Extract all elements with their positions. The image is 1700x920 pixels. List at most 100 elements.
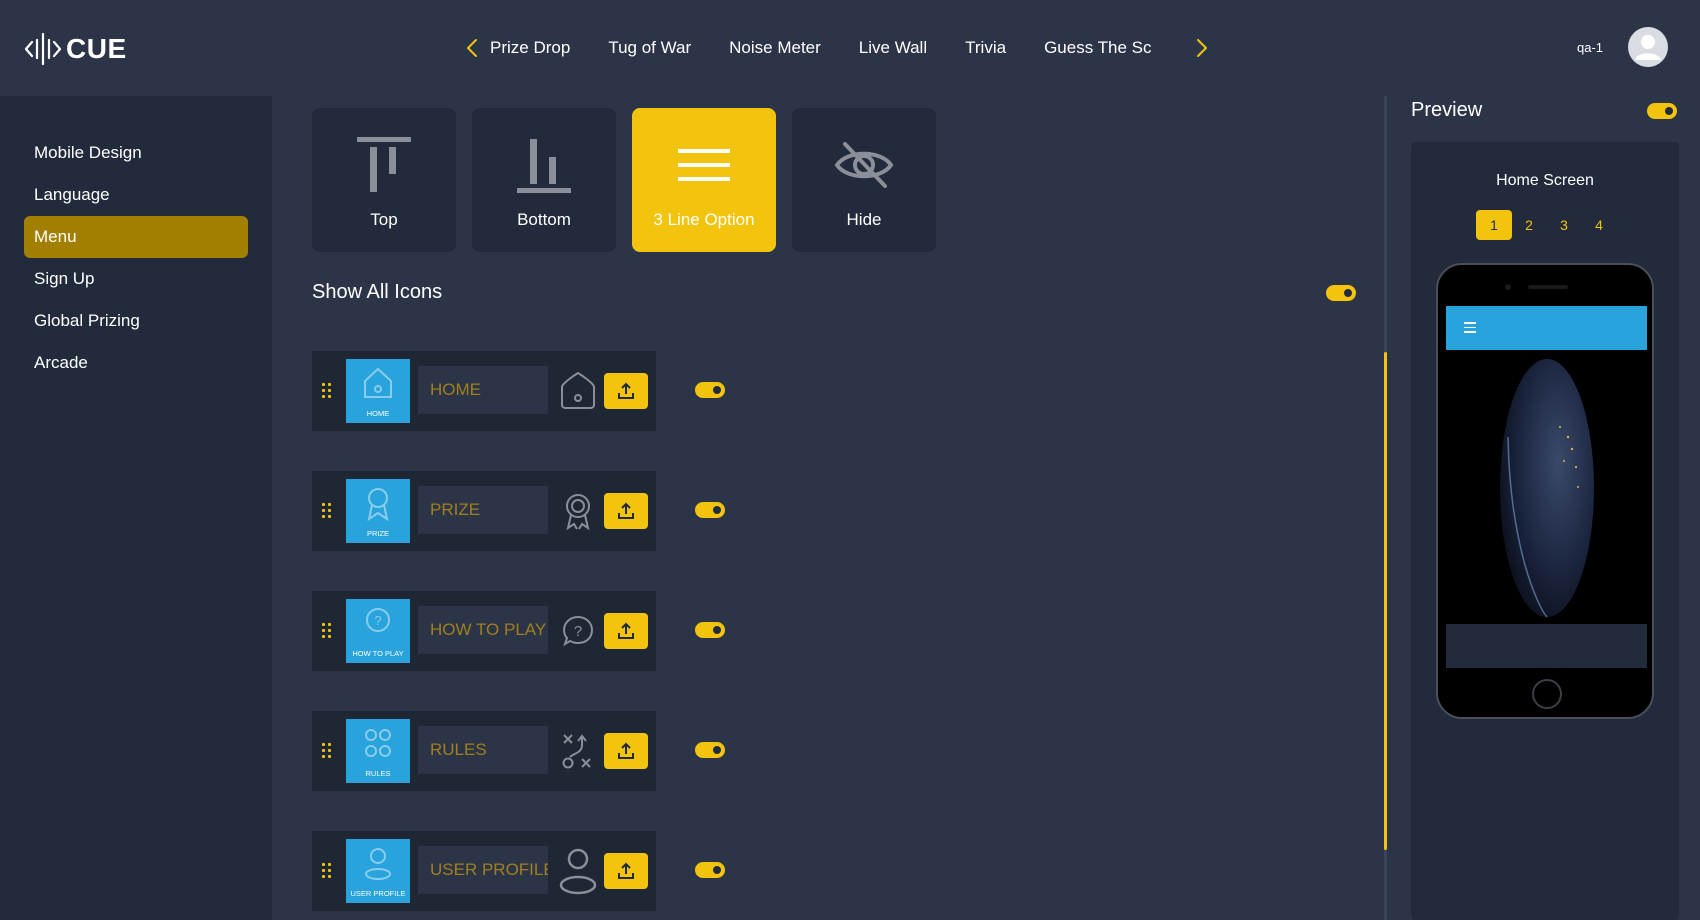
preview-toggle[interactable] [1647,103,1677,119]
preview-panel: Home Screen 1 2 3 4 [1411,142,1679,920]
tab-live-wall[interactable]: Live Wall [859,30,927,66]
menu-item-thumbnail[interactable]: USER PROFILE [346,839,410,903]
align-bottom-icon [517,139,571,193]
tab-trivia[interactable]: Trivia [965,30,1006,66]
award-icon [566,494,590,531]
drag-handle-icon[interactable] [322,743,332,759]
upload-icon-button[interactable] [604,733,648,769]
align-top-icon [357,137,411,192]
logo-text: CUE [66,33,127,64]
menu-item-thumbnail[interactable]: HOME [346,359,410,423]
menu-item-thumbnail[interactable]: ? HOW TO PLAY [346,599,410,663]
sidebar-item-menu[interactable]: Menu [24,216,248,258]
menu-position-3-line[interactable]: 3 Line Option [632,108,776,252]
scrollbar-thumb[interactable] [1384,352,1387,850]
preview-page-4[interactable]: 4 [1581,210,1617,240]
drag-handle-icon[interactable] [322,383,332,399]
upload-icon-button[interactable] [604,373,648,409]
preview-page-1[interactable]: 1 [1476,210,1512,240]
question-bubble-icon: ? [562,615,594,647]
sidebar-item-mobile-design[interactable]: Mobile Design [24,132,248,174]
menu-position-hide[interactable]: Hide [792,108,936,252]
menu-position-bottom[interactable]: Bottom [472,108,616,252]
sidebar-item-language[interactable]: Language [24,174,248,216]
award-icon [367,488,389,521]
menu-item-toggle[interactable] [695,862,725,878]
upload-icon-button[interactable] [604,613,648,649]
menu-item-thumbnail[interactable]: RULES [346,719,410,783]
eye-off-icon [834,142,894,188]
menu-item-toggle[interactable] [695,382,725,398]
sidebar: Mobile Design Language Menu Sign Up Glob… [0,96,272,920]
menu-item-toggle[interactable] [695,622,725,638]
user-avatar-icon [1635,35,1661,60]
nav-next-button[interactable] [1192,36,1212,60]
svg-text:?: ? [374,613,381,628]
tab-guess-the-score[interactable]: Guess The Sc [1044,30,1151,66]
phone-camera [1505,284,1511,290]
menu-item-name-input[interactable] [418,366,548,414]
user-icon [365,848,391,880]
app-logo[interactable]: CUE [24,30,127,68]
menu-position-label: Bottom [517,210,571,229]
preview-title: Preview [1411,99,1483,121]
thumbnail-label: HOW TO PLAY [352,649,404,658]
chevron-right-icon [1197,39,1207,57]
thumbnail-label: RULES [365,769,391,778]
drag-handle-icon[interactable] [322,623,332,639]
show-all-icons-toggle[interactable] [1326,285,1356,301]
drag-handle-icon[interactable] [322,863,332,879]
avatar[interactable] [1628,27,1668,67]
phone-speaker [1528,285,1568,289]
strategy-icon [562,734,591,769]
thumbnail-label: USER PROFILE [350,889,406,898]
menu-item-row: USER PROFILE [312,831,656,911]
upload-icon-button[interactable] [604,853,648,889]
phone-menu-bar [1446,306,1647,350]
home-icon [364,367,392,398]
screen-title: Home Screen [1496,172,1594,189]
phone-home-button[interactable] [1532,679,1562,709]
upload-icon-button[interactable] [604,493,648,529]
menu-item-name-input[interactable] [418,726,548,774]
sidebar-item-arcade[interactable]: Arcade [24,342,248,384]
menu-item-name-input[interactable] [418,606,548,654]
menu-item-row: RULES [312,711,656,791]
menu-position-label: 3 Line Option [653,210,755,229]
menu-item-name-input[interactable] [418,846,548,894]
thumbnail-label: PRIZE [366,529,390,538]
menu-item-thumbnail[interactable]: PRIZE [346,479,410,543]
tab-tug-of-war[interactable]: Tug of War [608,30,691,66]
tab-noise-meter[interactable]: Noise Meter [729,30,821,66]
phone-footer-bar [1446,624,1647,668]
strategy-icon [365,729,391,757]
upload-icon [618,622,634,639]
hamburger-icon [678,149,730,181]
top-bar: CUE Prize Drop Tug of War Noise Meter Live … [0,0,1700,96]
preview-page-3[interactable]: 3 [1546,210,1582,240]
drag-handle-icon[interactable] [322,503,332,519]
menu-position-top[interactable]: Top [312,108,456,252]
question-bubble-icon: ? [366,608,390,632]
menu-item-row: ? HOW TO PLAY ? [312,591,656,671]
nav-prev-button[interactable] [462,36,482,60]
hamburger-icon[interactable] [1464,322,1476,333]
menu-position-label: Top [370,210,398,229]
menu-item-name-input[interactable] [418,486,548,534]
logo-mark-icon [24,32,62,66]
user-name[interactable]: qa-1 [1577,40,1603,55]
sidebar-item-sign-up[interactable]: Sign Up [24,258,248,300]
tab-prize-drop[interactable]: Prize Drop [490,30,570,66]
user-icon [559,848,597,895]
preview-page-2[interactable]: 2 [1511,210,1547,240]
upload-icon [618,742,634,759]
svg-text:?: ? [574,623,582,640]
upload-icon [618,382,634,399]
sidebar-item-global-prizing[interactable]: Global Prizing [24,300,248,342]
upload-icon [618,862,634,879]
upload-icon [618,502,634,519]
chevron-left-icon [467,39,477,57]
menu-item-toggle[interactable] [695,502,725,518]
menu-item-toggle[interactable] [695,742,725,758]
menu-item-row: PRIZE [312,471,656,551]
